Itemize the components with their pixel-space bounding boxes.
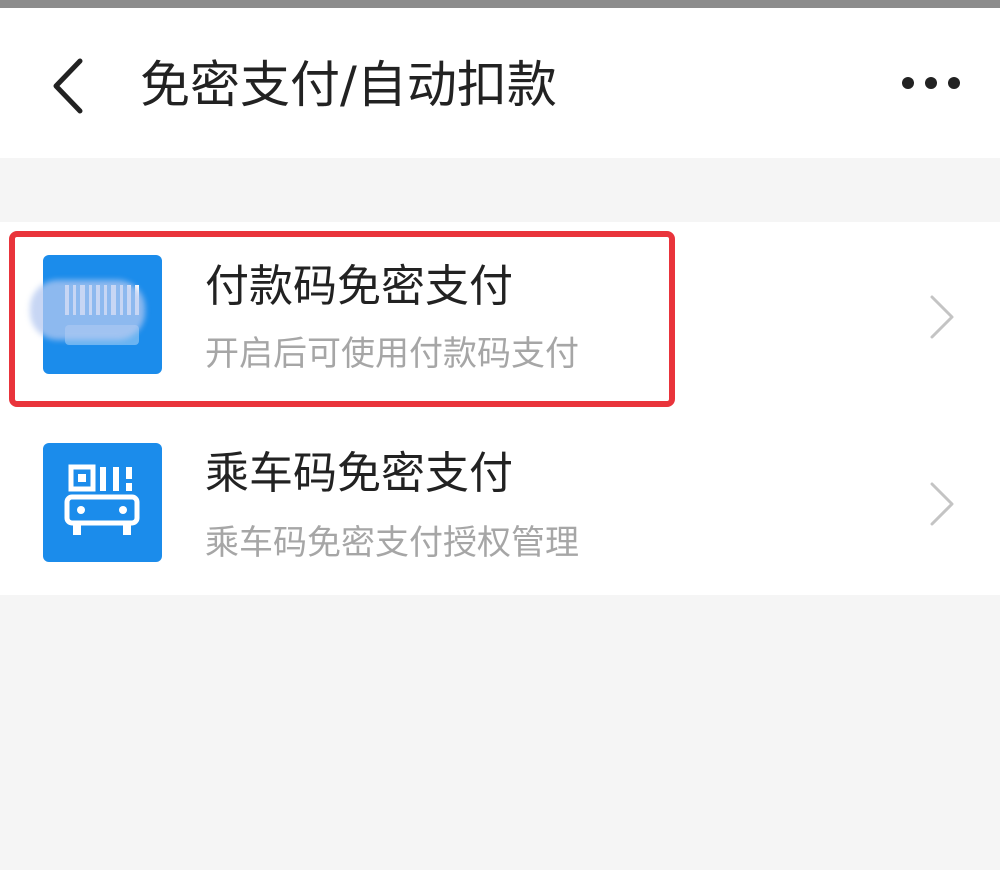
nav-header: 免密支付/自动扣款: [0, 8, 1000, 158]
more-button[interactable]: [888, 58, 978, 108]
page-title: 免密支付/自动扣款: [140, 56, 557, 114]
back-button[interactable]: [40, 46, 100, 126]
more-horizontal-icon: [902, 77, 960, 89]
chevron-right-icon: [930, 482, 954, 526]
chevron-left-icon: [53, 58, 83, 114]
highlight-box: [9, 231, 675, 407]
item-title: 乘车码免密支付: [205, 448, 513, 499]
bus-qr-icon: [43, 443, 162, 562]
status-strip: [0, 0, 1000, 8]
list-item-transit-code[interactable]: 乘车码免密支付 乘车码免密支付授权管理: [0, 409, 1000, 595]
item-subtitle: 乘车码免密支付授权管理: [205, 523, 579, 563]
chevron-right-icon: [930, 295, 954, 339]
